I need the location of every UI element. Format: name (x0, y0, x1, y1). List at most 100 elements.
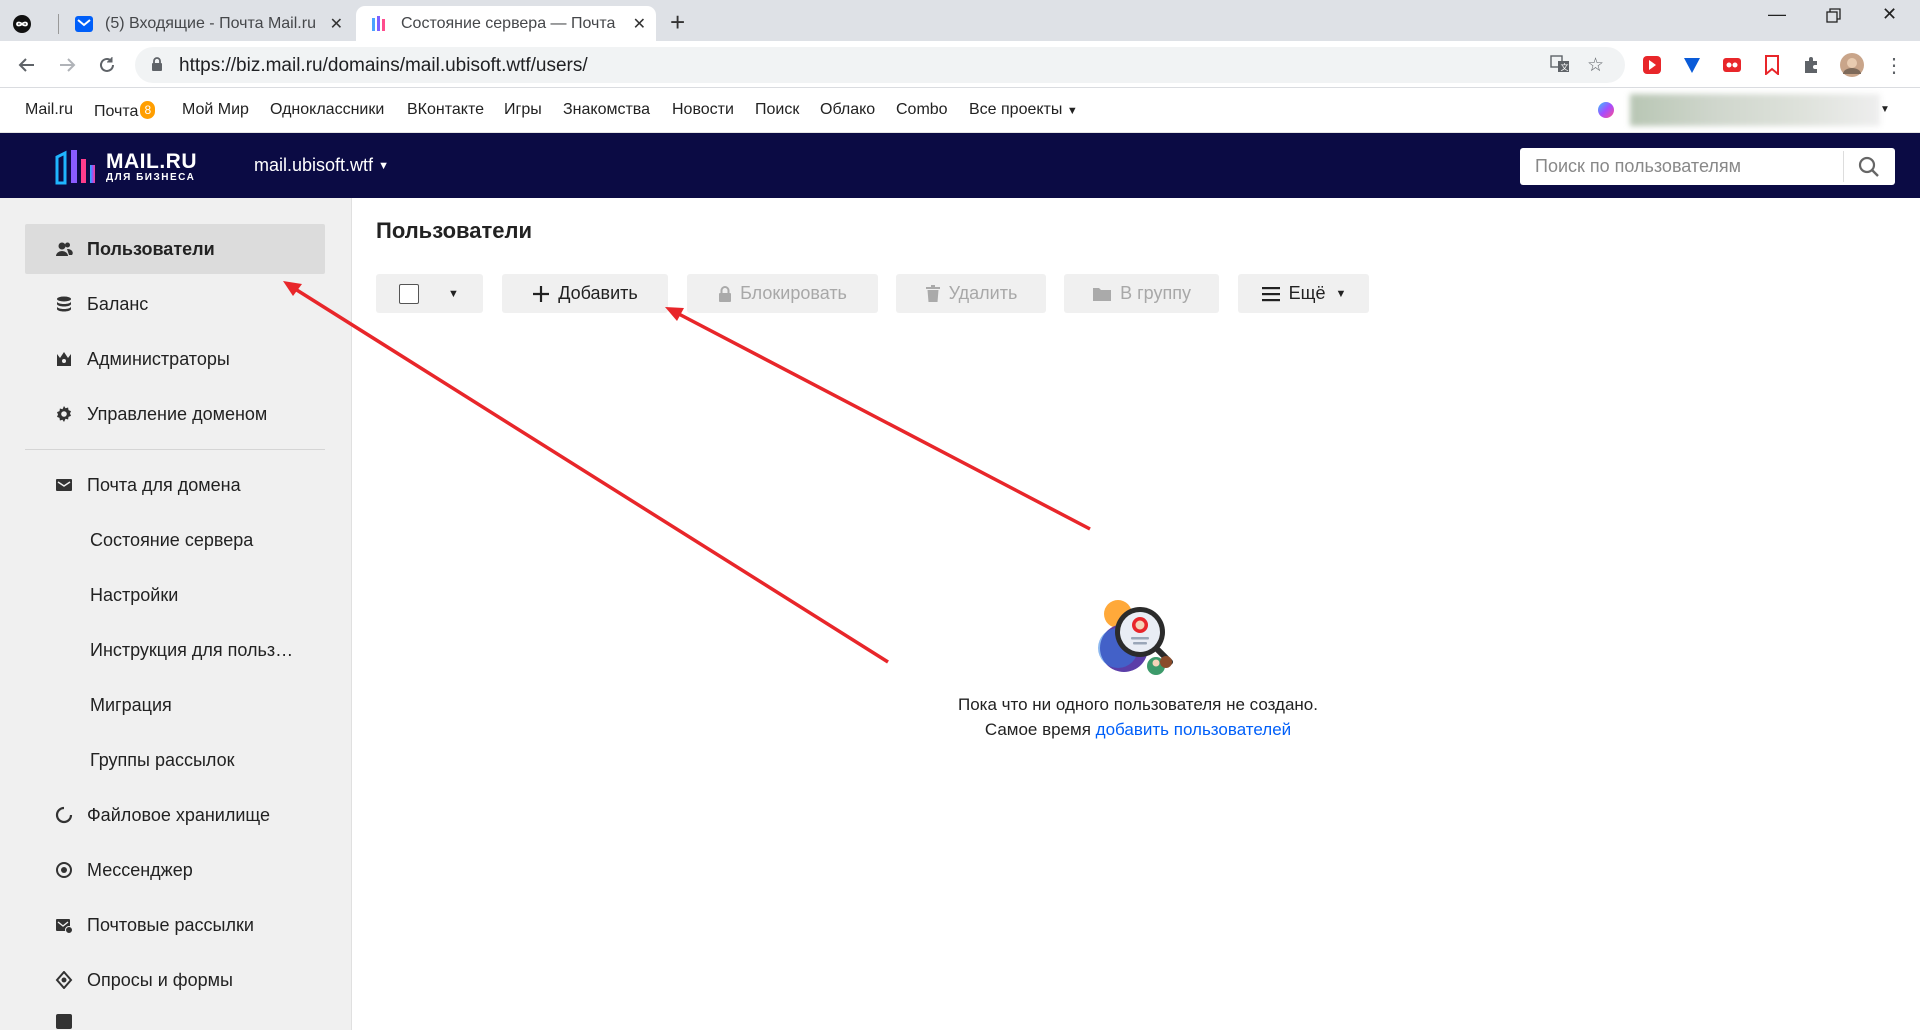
close-window-icon[interactable]: ✕ (1882, 4, 1897, 25)
portal-link-vk[interactable]: ВКонтакте (407, 101, 484, 119)
plus-icon (532, 285, 550, 303)
domain-name: mail.ubisoft.wtf (254, 155, 374, 175)
translate-icon[interactable]: 文 (1550, 54, 1570, 80)
select-all-dropdown[interactable]: ▼ (376, 274, 483, 313)
newsletter-icon (53, 914, 75, 936)
mail-icon (74, 14, 94, 34)
portal-link-pochta[interactable]: Почта 8 (94, 101, 156, 121)
sidebar-item-admins[interactable]: Администраторы (25, 334, 325, 384)
sidebar-item-settings[interactable]: Настройки (25, 570, 325, 620)
users-icon (53, 238, 75, 260)
portal-link-games[interactable]: Игры (504, 101, 542, 119)
envelope-icon (53, 474, 75, 496)
close-tab-icon[interactable]: ✕ (330, 14, 343, 34)
caret-down-icon[interactable]: ▼ (1880, 104, 1890, 115)
delete-button[interactable]: Удалить (896, 274, 1046, 313)
infinity-icon (12, 14, 32, 34)
minimize-icon[interactable]: — (1768, 4, 1786, 25)
page-title: Пользователи (376, 218, 533, 243)
sidebar-item-domain-mail[interactable]: Почта для домена (25, 460, 325, 510)
tab-pinned[interactable] (12, 6, 56, 41)
search-divider (1843, 151, 1844, 182)
portal-link-ok[interactable]: Одноклассники (270, 101, 384, 119)
to-group-button[interactable]: В группу (1064, 274, 1219, 313)
portal-link-moy-mir[interactable]: Мой Мир (182, 101, 249, 119)
sidebar-item-label: Почтовые рассылки (87, 914, 254, 935)
sidebar-item-label: Настройки (90, 584, 179, 605)
sidebar-item-user-guide[interactable]: Инструкция для польз… (25, 625, 325, 675)
close-tab-icon[interactable]: ✕ (633, 14, 646, 34)
sidebar-item-users[interactable]: Пользователи (25, 224, 325, 274)
more-button[interactable]: Ещё ▼ (1238, 274, 1369, 313)
sidebar-item-server-status[interactable]: Состояние сервера (25, 515, 325, 565)
mailru-biz-icon (370, 14, 390, 34)
portal-link-all-projects[interactable]: Все проекты ▼ (969, 101, 1078, 119)
tab-server-status[interactable]: Состояние сервера — Почта для бизнеса ✕ (356, 6, 656, 41)
hamburger-icon (1261, 286, 1281, 302)
user-search-input[interactable] (1520, 148, 1845, 185)
sidebar: Пользователи Баланс Администраторы Управ… (0, 198, 352, 1030)
sidebar-item-label: Файловое хранилище (87, 804, 271, 825)
domain-selector[interactable]: mail.ubisoft.wtf ▼ (254, 155, 389, 176)
ext-grid-icon[interactable] (1720, 53, 1744, 77)
sidebar-item-surveys[interactable]: Опросы и формы (25, 955, 325, 1005)
sidebar-item-label: Администраторы (87, 348, 230, 369)
block-label: Блокировать (740, 283, 847, 303)
new-tab-button[interactable]: + (670, 7, 685, 38)
forward-icon[interactable] (54, 52, 80, 78)
main-content: Пользователи ▼ Добавить Блокировать Удал… (352, 198, 1920, 1030)
mailru-business-logo[interactable]: MAIL.RU ДЛЯ БИЗНЕСА (55, 147, 197, 187)
user-account-area[interactable] (1630, 94, 1880, 126)
url-field[interactable]: https://biz.mail.ru/domains/mail.ubisoft… (135, 47, 1625, 83)
sidebar-item-label: Группы рассылок (90, 749, 235, 770)
back-icon[interactable] (14, 52, 40, 78)
trash-icon (925, 284, 941, 303)
logo-bars-icon (55, 150, 95, 185)
folder-icon (1092, 286, 1112, 302)
sidebar-item-next[interactable] (25, 1010, 325, 1030)
portal-link-label: Все проекты (969, 101, 1063, 118)
sidebar-item-label: Управление доменом (87, 403, 268, 424)
profile-avatar-icon[interactable] (1840, 53, 1864, 77)
ext-bookmark-icon[interactable] (1760, 53, 1784, 77)
sidebar-item-balance[interactable]: Баланс (25, 279, 325, 329)
add-user-button[interactable]: Добавить (502, 274, 668, 313)
search-icon[interactable] (1858, 156, 1880, 183)
bookmark-star-icon[interactable]: ☆ (1587, 54, 1604, 77)
extensions-puzzle-icon[interactable] (1800, 53, 1824, 77)
portal-link-mailru[interactable]: Mail.ru (25, 101, 73, 119)
sidebar-item-label: Пользователи (87, 238, 215, 259)
portal-nav: Mail.ru Почта 8 Мой Мир Одноклассники ВКо… (0, 89, 1920, 133)
sidebar-item-migration[interactable]: Миграция (25, 680, 325, 730)
sidebar-item-mailing-groups[interactable]: Группы рассылок (25, 735, 325, 785)
tab-title: Состояние сервера — Почта для бизнеса (401, 14, 616, 32)
sidebar-item-messenger[interactable]: Мессенджер (25, 845, 325, 895)
survey-icon (53, 969, 75, 991)
tab-inbox[interactable]: (5) Входящие - Почта Mail.ru ✕ (68, 6, 353, 41)
portal-link-search[interactable]: Поиск (755, 101, 799, 119)
sidebar-item-file-storage[interactable]: Файловое хранилище (25, 790, 325, 840)
restore-icon[interactable] (1826, 8, 1842, 29)
address-bar: https://biz.mail.ru/domains/mail.ubisoft… (0, 41, 1920, 88)
reload-icon[interactable] (94, 52, 120, 78)
portal-link-news[interactable]: Новости (672, 101, 734, 119)
sidebar-item-label: Мессенджер (87, 859, 193, 880)
marusia-icon[interactable] (1597, 101, 1615, 124)
sidebar-item-label: Почта для домена (87, 474, 241, 495)
portal-link-dating[interactable]: Знакомства (563, 101, 650, 119)
lock-icon (151, 56, 163, 77)
portal-link-combo[interactable]: Combo (896, 101, 948, 119)
ext-video-icon[interactable] (1640, 53, 1664, 77)
add-users-link[interactable]: добавить пользователей (1096, 720, 1291, 739)
sidebar-item-domain-management[interactable]: Управление доменом (25, 389, 325, 439)
portal-link-cloud[interactable]: Облако (820, 101, 875, 119)
sidebar-item-newsletters[interactable]: Почтовые рассылки (25, 900, 325, 950)
block-button[interactable]: Блокировать (687, 274, 878, 313)
browser-menu-icon[interactable]: ⋮ (1882, 53, 1906, 77)
ext-heart-icon[interactable] (1680, 53, 1704, 77)
select-all-checkbox[interactable] (399, 283, 419, 304)
gear-icon (53, 403, 75, 425)
empty-state: Пока что ни одного пользователя не созда… (928, 596, 1348, 742)
empty-users-illustration (1096, 596, 1180, 680)
empty-state-prefix: Самое время (984, 720, 1091, 739)
